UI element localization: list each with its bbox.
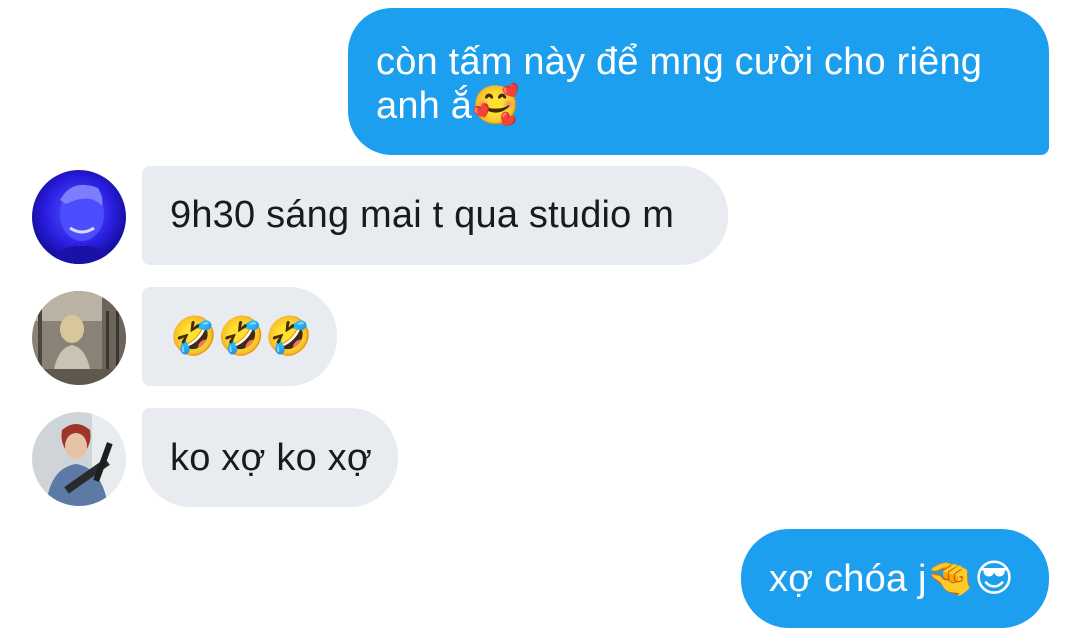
message-text: còn tấm này để mng cười cho riêng anh ắ🥰 <box>376 41 983 127</box>
incoming-message-bubble[interactable]: ko xợ ko xợ <box>142 408 398 507</box>
message-text: ko xợ ko xợ <box>170 437 372 479</box>
avatar[interactable] <box>32 291 126 385</box>
incoming-message-bubble[interactable]: 9h30 sáng mai t qua studio m <box>142 166 728 265</box>
avatar-image <box>32 170 126 264</box>
incoming-message-bubble[interactable]: 🤣🤣🤣 <box>142 287 337 386</box>
message-text: 🤣🤣🤣 <box>170 314 313 358</box>
avatar-image <box>32 291 126 385</box>
message-text: xợ chóa j🤏😎 <box>769 558 1015 600</box>
avatar-image <box>32 412 126 506</box>
outgoing-message-bubble[interactable]: xợ chóa j🤏😎 <box>741 529 1049 628</box>
avatar[interactable] <box>32 170 126 264</box>
chat-thread: còn tấm này để mng cười cho riêng anh ắ🥰… <box>0 0 1080 641</box>
message-text: 9h30 sáng mai t qua studio m <box>170 194 675 236</box>
outgoing-message-bubble[interactable]: còn tấm này để mng cười cho riêng anh ắ🥰 <box>348 8 1049 155</box>
avatar[interactable] <box>32 412 126 506</box>
